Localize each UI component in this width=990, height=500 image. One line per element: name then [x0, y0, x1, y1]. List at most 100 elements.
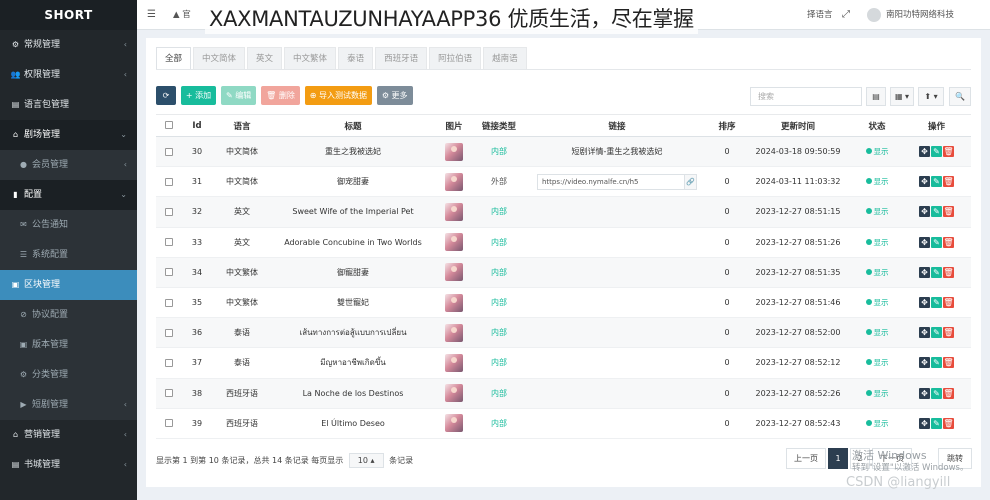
edit-button[interactable]: ✎ 编辑 [221, 86, 257, 105]
import-test-data-button[interactable]: ⊕ 导入测试数据 [304, 86, 372, 105]
row-edit-icon[interactable]: ✎ [931, 206, 942, 218]
column-header-10[interactable]: 操作 [902, 114, 971, 137]
row-delete-icon[interactable]: 🗑 [943, 266, 954, 278]
sidebar-item-5[interactable]: ▮ 配置 ⌄ [0, 180, 137, 210]
row-checkbox[interactable] [165, 238, 173, 247]
tab-language-4[interactable]: 泰语 [338, 47, 374, 69]
row-delete-icon[interactable]: 🗑 [943, 176, 954, 188]
row-delete-icon[interactable]: 🗑 [943, 146, 954, 158]
row-checkbox[interactable] [165, 419, 173, 428]
column-header-6[interactable]: 链接 [524, 114, 710, 137]
column-header-7[interactable]: 排序 [710, 114, 744, 137]
sidebar-item-8[interactable]: ▣ 区块管理 [0, 270, 137, 300]
drag-sort-icon[interactable]: ✥ [919, 266, 930, 278]
column-header-8[interactable]: 更新时间 [744, 114, 852, 137]
sidebar-item-14[interactable]: ▤ 书城管理 ‹ [0, 450, 137, 480]
menu-toggle-icon[interactable]: ☰ [147, 0, 156, 30]
sidebar-item-3[interactable]: ⌂ 剧场管理 ⌄ [0, 120, 137, 150]
column-header-1[interactable]: Id [182, 114, 212, 137]
row-checkbox[interactable] [165, 268, 173, 277]
columns-toggle-icon[interactable]: ▦ ▾ [890, 87, 914, 106]
list-view-icon[interactable]: ▤ [866, 87, 886, 106]
drag-sort-icon[interactable]: ✥ [919, 236, 930, 248]
status-badge[interactable]: 显示 [865, 147, 889, 156]
row-delete-icon[interactable]: 🗑 [943, 417, 954, 429]
status-badge[interactable]: 显示 [865, 358, 889, 367]
status-badge[interactable]: 显示 [865, 268, 889, 277]
link-url-field[interactable]: https://video.nymalfe.cn/h5 [537, 173, 685, 190]
sidebar-item-4[interactable]: ● 会员管理 ‹ [0, 150, 137, 180]
cover-thumbnail[interactable] [445, 172, 463, 191]
column-header-2[interactable]: 语言 [212, 114, 272, 137]
status-badge[interactable]: 显示 [865, 328, 889, 337]
row-edit-icon[interactable]: ✎ [931, 297, 942, 309]
row-edit-icon[interactable]: ✎ [931, 176, 942, 188]
tab-language-6[interactable]: 阿拉伯语 [429, 47, 482, 69]
tab-language-7[interactable]: 越南语 [483, 47, 527, 69]
cover-thumbnail[interactable] [445, 414, 463, 433]
export-icon[interactable]: ⬆ ▾ [918, 87, 944, 106]
cover-thumbnail[interactable] [445, 323, 463, 342]
cover-thumbnail[interactable] [445, 384, 463, 403]
drag-sort-icon[interactable]: ✥ [919, 176, 930, 188]
sidebar-item-7[interactable]: ☰ 系统配置 [0, 240, 137, 270]
status-badge[interactable]: 显示 [865, 207, 889, 216]
page-size-select[interactable]: 10 ▴ [348, 453, 384, 468]
select-all-checkbox[interactable] [165, 121, 173, 129]
row-edit-icon[interactable]: ✎ [931, 387, 942, 399]
row-checkbox[interactable] [165, 147, 173, 156]
column-header-3[interactable]: 标题 [272, 114, 434, 137]
row-checkbox[interactable] [165, 207, 173, 216]
drag-sort-icon[interactable]: ✥ [919, 357, 930, 369]
row-delete-icon[interactable]: 🗑 [943, 357, 954, 369]
row-delete-icon[interactable]: 🗑 [943, 327, 954, 339]
row-edit-icon[interactable]: ✎ [931, 146, 942, 158]
drag-sort-icon[interactable]: ✥ [919, 146, 930, 158]
cover-thumbnail[interactable] [445, 142, 463, 161]
brand-logo[interactable]: SHORT [0, 0, 137, 30]
row-delete-icon[interactable]: 🗑 [943, 387, 954, 399]
cover-thumbnail[interactable] [445, 202, 463, 221]
sidebar-item-1[interactable]: 👥 权限管理 ‹ [0, 60, 137, 90]
search-icon[interactable]: 🔍 [949, 87, 971, 106]
row-edit-icon[interactable]: ✎ [931, 417, 942, 429]
row-checkbox[interactable] [165, 389, 173, 398]
add-button[interactable]: + 添加 [180, 86, 217, 105]
drag-sort-icon[interactable]: ✥ [919, 417, 930, 429]
row-edit-icon[interactable]: ✎ [931, 357, 942, 369]
more-button[interactable]: ⚙ 更多 [376, 86, 413, 105]
cover-thumbnail[interactable] [445, 233, 463, 252]
search-input[interactable]: 搜索 [750, 87, 862, 106]
tab-language-0[interactable]: 全部 [156, 47, 192, 69]
cover-thumbnail[interactable] [445, 293, 463, 312]
cover-thumbnail[interactable] [445, 263, 463, 282]
drag-sort-icon[interactable]: ✥ [919, 387, 930, 399]
status-badge[interactable]: 显示 [865, 238, 889, 247]
row-delete-icon[interactable]: 🗑 [943, 206, 954, 218]
column-header-9[interactable]: 状态 [852, 114, 902, 137]
user-menu[interactable]: 南阳功特网络科技 [867, 0, 954, 30]
status-badge[interactable]: 显示 [865, 419, 889, 428]
row-delete-icon[interactable]: 🗑 [943, 236, 954, 248]
column-header-4[interactable]: 图片 [434, 114, 474, 137]
status-badge[interactable]: 显示 [865, 389, 889, 398]
fullscreen-icon[interactable]: ⤢ [842, 0, 850, 30]
row-checkbox[interactable] [165, 177, 173, 186]
tab-language-2[interactable]: 英文 [247, 47, 283, 69]
drag-sort-icon[interactable]: ✥ [919, 327, 930, 339]
sidebar-item-10[interactable]: ▣ 版本管理 [0, 330, 137, 360]
row-edit-icon[interactable]: ✎ [931, 236, 942, 248]
language-select[interactable]: 择语言 [807, 0, 833, 30]
column-header-5[interactable]: 链接类型 [474, 114, 524, 137]
row-checkbox[interactable] [165, 328, 173, 337]
refresh-button[interactable]: ⟳ [156, 86, 176, 105]
sidebar-item-2[interactable]: ▤ 语言包管理 [0, 90, 137, 120]
row-checkbox[interactable] [165, 358, 173, 367]
tab-language-5[interactable]: 西班牙语 [375, 47, 428, 69]
row-edit-icon[interactable]: ✎ [931, 266, 942, 278]
page-1-button[interactable]: 1 [828, 448, 848, 469]
row-edit-icon[interactable]: ✎ [931, 327, 942, 339]
drag-sort-icon[interactable]: ✥ [919, 206, 930, 218]
home-tab[interactable]: ▲ 官 [173, 0, 191, 30]
cover-thumbnail[interactable] [445, 353, 463, 372]
